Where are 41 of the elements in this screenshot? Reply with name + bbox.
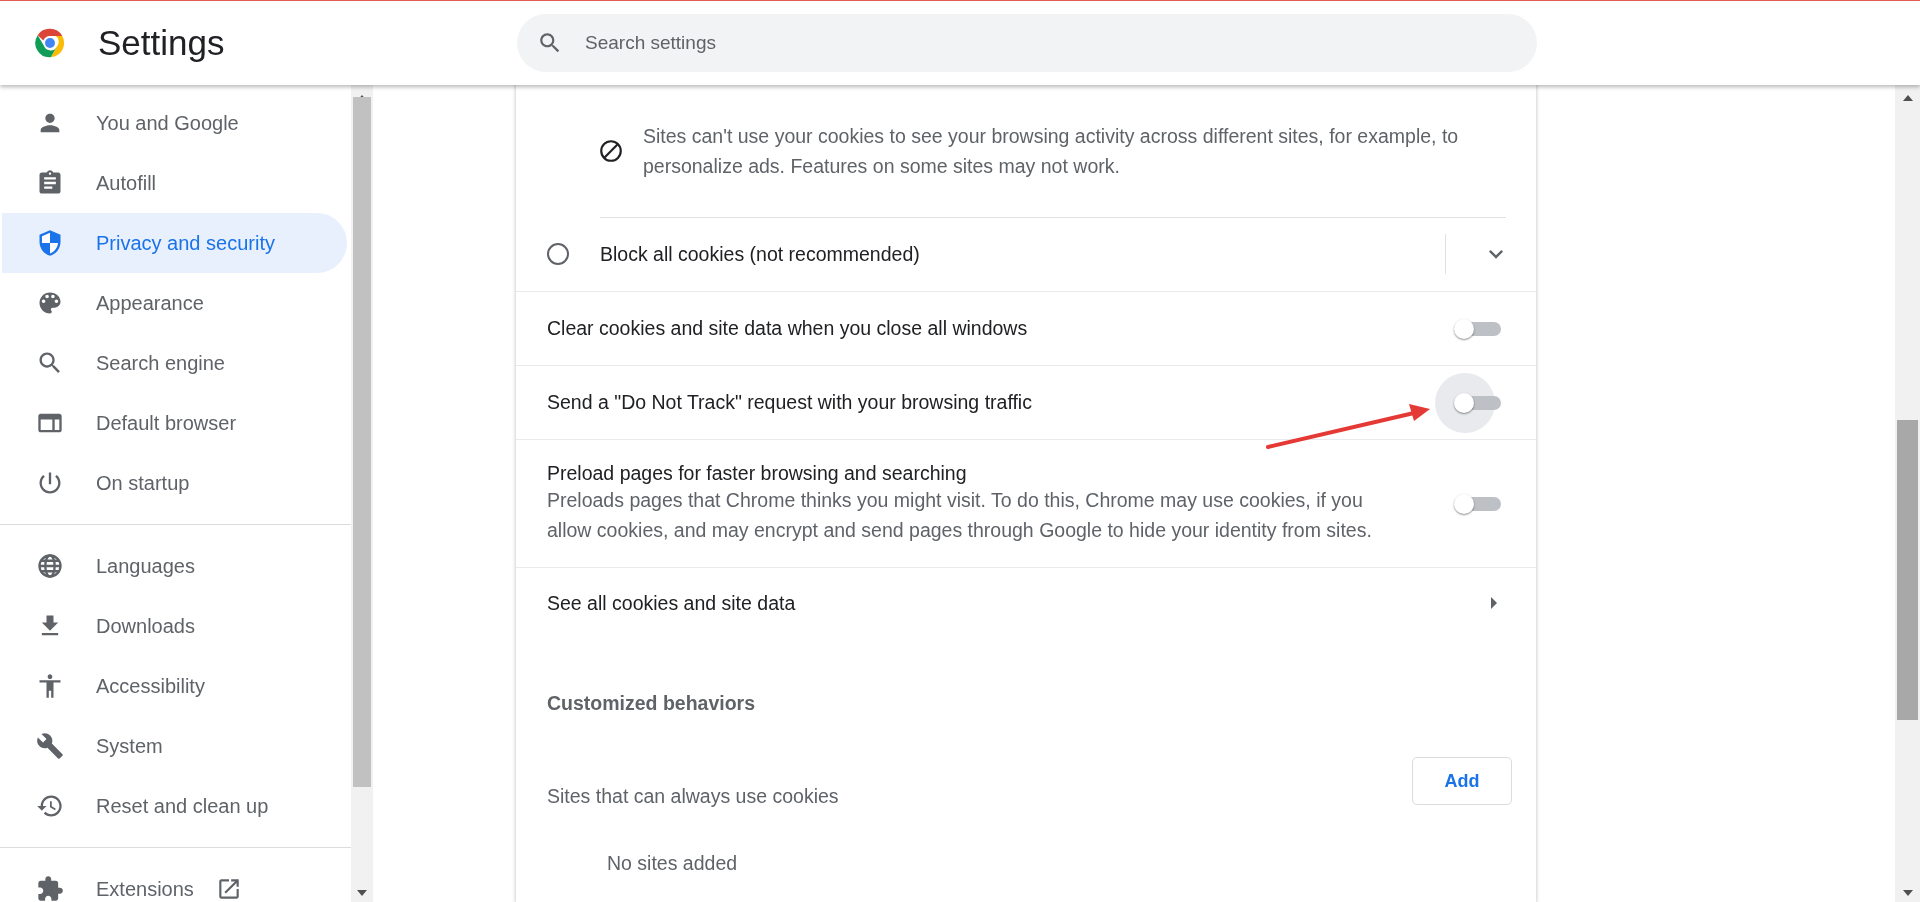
section-heading: Customized behaviors [547, 692, 756, 715]
wrench-icon [36, 732, 64, 760]
sidebar-item[interactable]: Downloads [2, 596, 347, 656]
globe-icon [36, 552, 64, 580]
scrollbar-thumb[interactable] [353, 97, 371, 787]
scrollbar-thumb[interactable] [1897, 420, 1918, 720]
sidebar-item[interactable]: Accessibility [2, 656, 347, 716]
list-label: Sites that can always use cookies [547, 784, 839, 808]
sidebar-item[interactable]: On startup [2, 453, 347, 513]
blocked-icon [598, 138, 624, 164]
setting-label: Send a "Do Not Track" request with your browsing traffic [547, 391, 1033, 414]
setting-label: Clear cookies and site data when you close all windows [547, 317, 1029, 340]
scrollbar[interactable] [351, 85, 373, 902]
browser-logo [33, 26, 67, 60]
option-label: Block all cookies (not recommended) [600, 242, 921, 266]
empty-list-text: No sites added [607, 852, 738, 874]
scroll-up-arrow-icon[interactable] [1902, 95, 1913, 101]
search-field[interactable]: Search settings [517, 14, 1537, 72]
sidebar-item[interactable]: System [2, 716, 347, 776]
scroll-down-arrow-icon[interactable] [357, 890, 367, 896]
caret-right-icon [1490, 597, 1498, 609]
sidebar-item[interactable]: Privacy and security [2, 213, 347, 273]
option-description: Sites can't use your cookies to see your browsing activity across different sites, for example, to personalize ads. Features on some sites may not work. [643, 124, 1460, 179]
settings-link-row[interactable]: See all cookies and site data [516, 568, 1536, 638]
puzzle-piece-icon [36, 875, 64, 902]
radio-button[interactable] [547, 243, 569, 265]
sidebar-item[interactable]: Autofill [2, 153, 347, 213]
sidebar-item[interactable]: Languages [2, 536, 347, 596]
page-title: Settings [98, 23, 226, 63]
scroll-down-arrow-icon[interactable] [1902, 890, 1913, 896]
link-label: See all cookies and site data [547, 591, 796, 615]
setting-description: Preloads pages that Chrome thinks you might visit. To do this, Chrome may use cookies, if you allow cookies, and may encrypt and send pages through Google to hide your identity from sites. [547, 488, 1373, 543]
sidebar-item[interactable]: Search engine [2, 333, 347, 393]
sidebar-item[interactable]: Appearance [2, 273, 347, 333]
sidebar-item[interactable]: Extensions [2, 859, 347, 902]
sidebar-item[interactable]: Default browser [2, 393, 347, 453]
add-button[interactable]: Add [1412, 757, 1512, 805]
scrollbar[interactable] [1895, 85, 1920, 902]
sidebar-item[interactable]: Reset and clean up [2, 776, 347, 836]
setting-label: Preload pages for faster browsing and searching [547, 462, 968, 485]
sidebar-item[interactable]: You and Google [2, 93, 347, 153]
